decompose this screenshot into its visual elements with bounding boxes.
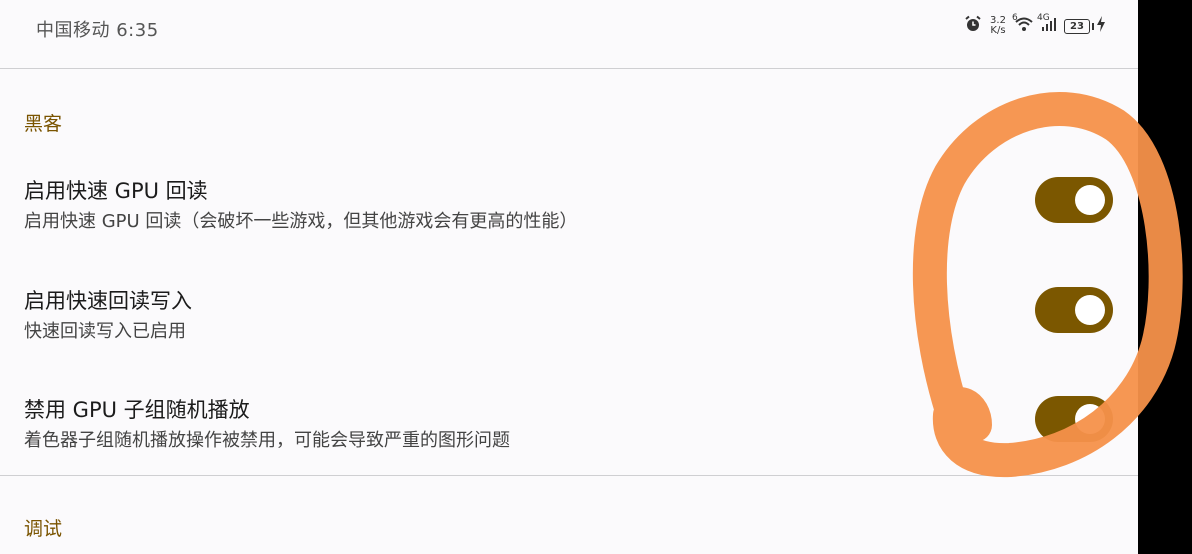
- network-speed: 3.2 K/s: [988, 16, 1008, 36]
- toggle-thumb: [1075, 185, 1105, 215]
- battery-icon: 23: [1064, 18, 1094, 34]
- status-icons: 3.2 K/s 6 4G 23: [964, 13, 1106, 37]
- top-divider: [0, 68, 1138, 69]
- cell-label: 4G: [1037, 13, 1050, 23]
- setting-title: 禁用 GPU 子组随机播放: [24, 398, 250, 422]
- setting-subtitle: 着色器子组随机播放操作被禁用，可能会导致严重的图形问题: [24, 430, 510, 451]
- alarm-icon: [964, 15, 982, 37]
- status-bar: 中国移动 6:35 3.2 K/s 6 4G 23: [0, 0, 1138, 56]
- carrier-time: 中国移动 6:35: [36, 20, 159, 41]
- section-divider: [0, 475, 1138, 476]
- toggle-thumb: [1075, 295, 1105, 325]
- charging-icon: [1096, 16, 1106, 36]
- signal-icon: 4G: [1037, 13, 1058, 36]
- wifi-sub-label: 6: [1012, 13, 1018, 23]
- wifi-icon: 6: [1012, 13, 1034, 36]
- setting-row-fast-readback-write[interactable]: 启用快速回读写入 快速回读写入已启用: [0, 285, 1138, 385]
- setting-row-disable-subgroup-shuffle[interactable]: 禁用 GPU 子组随机播放 着色器子组随机播放操作被禁用，可能会导致严重的图形问…: [0, 394, 1138, 494]
- setting-title: 启用快速 GPU 回读: [24, 179, 208, 203]
- setting-row-fast-gpu-readback[interactable]: 启用快速 GPU 回读 启用快速 GPU 回读（会破坏一些游戏，但其他游戏会有更…: [0, 175, 1138, 275]
- setting-title: 启用快速回读写入: [24, 289, 192, 313]
- settings-screen: 中国移动 6:35 3.2 K/s 6 4G 23 黑客 启用快速 GPU 回读…: [0, 0, 1138, 554]
- toggle-thumb: [1075, 404, 1105, 434]
- disable-subgroup-shuffle-toggle[interactable]: [1035, 396, 1113, 442]
- fast-readback-write-toggle[interactable]: [1035, 287, 1113, 333]
- setting-subtitle: 快速回读写入已启用: [24, 321, 186, 342]
- network-speed-unit: K/s: [990, 25, 1006, 36]
- section-header-debug: 调试: [24, 518, 63, 540]
- section-header-hacks: 黑客: [24, 113, 63, 135]
- fast-gpu-readback-toggle[interactable]: [1035, 177, 1113, 223]
- setting-subtitle: 启用快速 GPU 回读（会破坏一些游戏，但其他游戏会有更高的性能）: [24, 211, 578, 232]
